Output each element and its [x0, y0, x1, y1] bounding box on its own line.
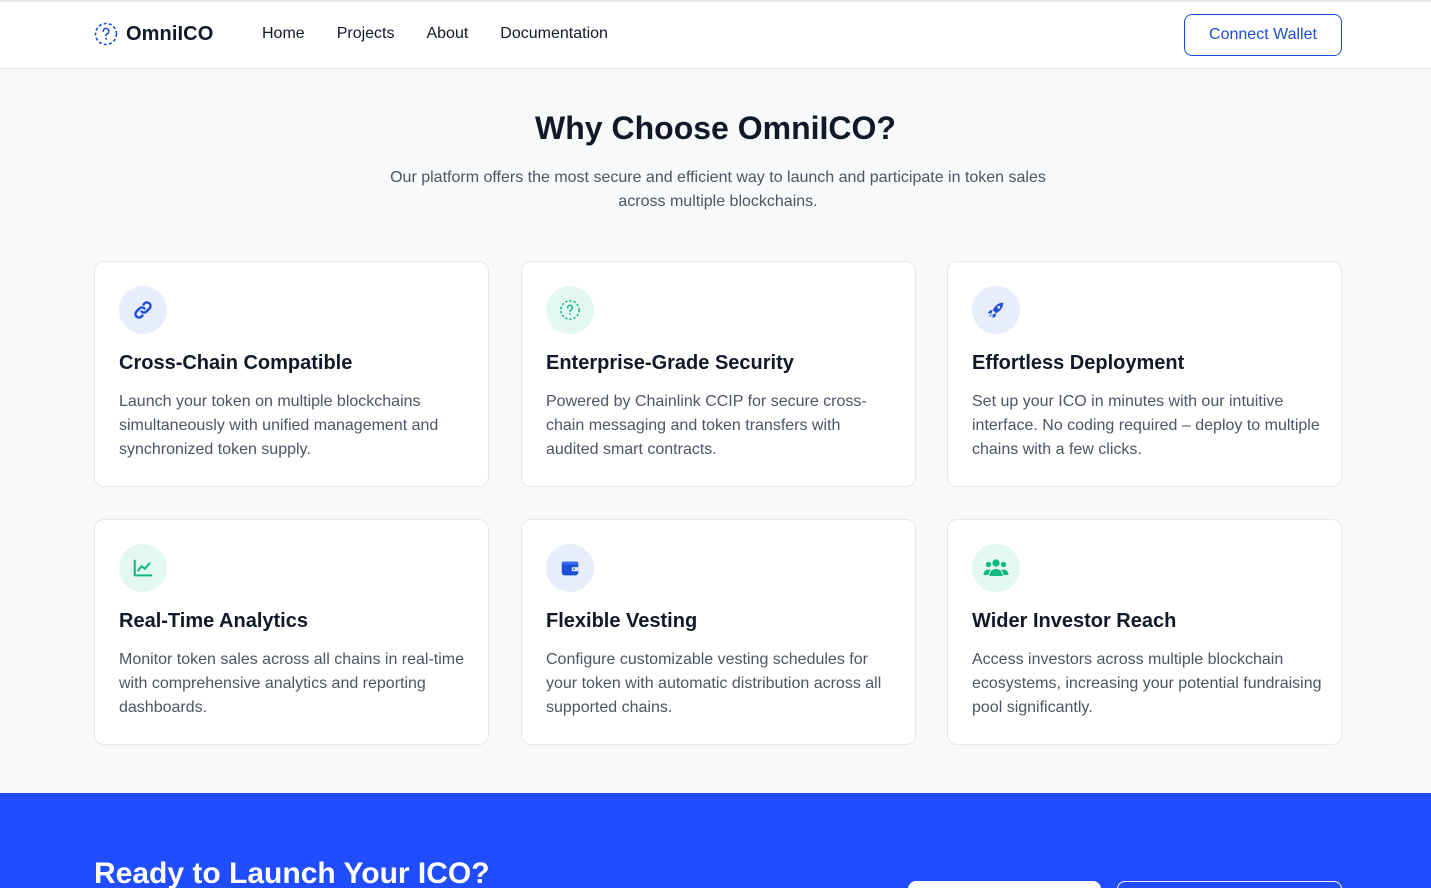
feature-title: Wider Investor Reach: [972, 610, 1177, 632]
feature-title: Enterprise-Grade Security: [546, 352, 794, 374]
nav-home-link[interactable]: Home: [262, 25, 305, 43]
connect-wallet-button[interactable]: Connect Wallet: [1184, 14, 1342, 56]
feature-description: Access investors across multiple blockch…: [972, 651, 1322, 716]
feature-card-vesting: Flexible Vesting Configure customizable …: [521, 519, 916, 745]
section-subtitle: Our platform offers the most secure and …: [390, 169, 1046, 210]
logo-text: OmniICO: [126, 22, 214, 45]
link-icon: [119, 286, 167, 334]
navbar: OmniICO Home Projects About Documentatio…: [0, 2, 1431, 69]
cta-primary-button[interactable]: [908, 881, 1101, 888]
cta-title: Ready to Launch Your ICO?: [94, 857, 490, 888]
feature-title: Real-Time Analytics: [119, 610, 308, 632]
nav-about-link[interactable]: About: [426, 25, 468, 43]
section-title: Why Choose OmniICO?: [535, 110, 896, 146]
feature-description: Launch your token on multiple blockchain…: [119, 393, 439, 458]
nav-links: Home Projects About Documentation: [262, 25, 640, 43]
feature-card-security: Enterprise-Grade Security Powered by Cha…: [521, 261, 916, 487]
feature-title: Flexible Vesting: [546, 610, 698, 632]
nav-documentation-link[interactable]: Documentation: [500, 25, 608, 43]
feature-title: Effortless Deployment: [972, 352, 1185, 374]
chart-line-icon: [119, 544, 167, 592]
feature-description: Set up your ICO in minutes with our intu…: [972, 393, 1320, 458]
cta-secondary-button[interactable]: [1117, 881, 1342, 888]
feature-description: Configure customizable vesting schedules…: [546, 651, 882, 716]
users-icon: [972, 544, 1020, 592]
feature-description: Monitor token sales across all chains in…: [119, 651, 465, 716]
feature-card-deployment: Effortless Deployment Set up your ICO in…: [947, 261, 1342, 487]
feature-card-cross-chain: Cross-Chain Compatible Launch your token…: [94, 261, 489, 487]
rocket-icon: [972, 286, 1020, 334]
wallet-icon: [546, 544, 594, 592]
feature-card-analytics: Real-Time Analytics Monitor token sales …: [94, 519, 489, 745]
logo-question-icon: [94, 22, 118, 46]
feature-title: Cross-Chain Compatible: [119, 352, 353, 374]
shield-question-icon: [546, 286, 594, 334]
feature-card-investor-reach: Wider Investor Reach Access investors ac…: [947, 519, 1342, 745]
nav-projects-link[interactable]: Projects: [337, 25, 395, 43]
logo[interactable]: OmniICO: [94, 22, 213, 46]
feature-description: Powered by Chainlink CCIP for secure cro…: [546, 393, 867, 458]
cta-section: Ready to Launch Your ICO?: [0, 793, 1431, 888]
